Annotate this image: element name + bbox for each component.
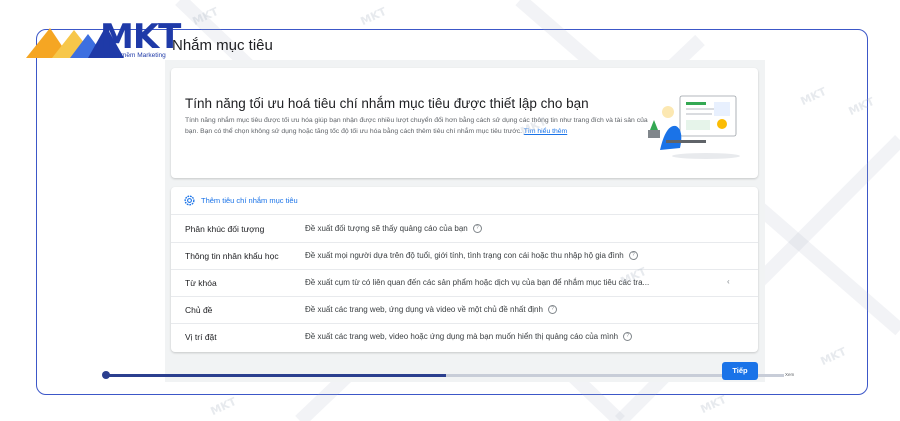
info-card: Tính năng tối ưu hoá tiêu chí nhắm mục t… <box>171 68 758 178</box>
progress-dot <box>102 371 110 379</box>
next-button[interactable]: Tiếp <box>722 362 758 380</box>
info-card-description: Tính năng nhắm mục tiêu được tối ưu hóa … <box>185 116 650 137</box>
row-description: Đề xuất đối tượng sẽ thấy quảng cáo của … <box>305 224 482 234</box>
add-targeting-label: Thêm tiêu chí nhắm mục tiêu <box>201 196 298 205</box>
row-description: Đề xuất các trang web, video hoặc ứng dụ… <box>305 332 633 342</box>
add-targeting-button[interactable]: Thêm tiêu chí nhắm mục tiêu <box>171 187 758 215</box>
help-icon[interactable]: ? <box>628 251 638 261</box>
progress-fill <box>108 374 446 377</box>
watermark: MKT <box>190 4 221 29</box>
end-label: Xem <box>785 372 795 377</box>
targeting-row-topics[interactable]: Chủ đề Đề xuất các trang web, ứng dụng v… <box>171 296 758 324</box>
logo-tagline: Phần mềm Marketing <box>104 52 166 59</box>
row-description: Đề xuất mọi người dựa trên độ tuổi, giới… <box>305 251 638 261</box>
illustration-icon <box>648 95 740 159</box>
info-card-title: Tính năng tối ưu hoá tiêu chí nhắm mục t… <box>185 96 589 111</box>
info-card-text: Tính năng nhắm mục tiêu được tối ưu hóa … <box>185 117 648 135</box>
help-icon[interactable]: ? <box>472 224 482 234</box>
row-label: Phân khúc đối tượng <box>185 224 265 234</box>
chevron-left-icon[interactable]: ‹ <box>727 277 730 286</box>
gear-icon <box>184 195 195 206</box>
watermark: MKT <box>358 4 389 29</box>
row-description: Đề xuất các trang web, ứng dụng và video… <box>305 305 557 315</box>
help-icon[interactable]: ? <box>547 305 557 315</box>
targeting-row-audience[interactable]: Phân khúc đối tượng Đề xuất đối tượng sẽ… <box>171 215 758 243</box>
page-title: Nhắm mục tiêu <box>172 37 273 54</box>
targeting-row-demographics[interactable]: Thông tin nhân khẩu học Đề xuất mọi ngườ… <box>171 242 758 270</box>
targeting-row-keywords[interactable]: Từ khóa Đề xuất cụm từ có liên quan đến … <box>171 269 758 297</box>
progress-bar <box>108 374 784 377</box>
row-label: Từ khóa <box>185 278 217 288</box>
watermark: MKT <box>208 394 239 419</box>
row-label: Vị trí đặt <box>185 332 217 342</box>
learn-more-link[interactable]: Tìm hiểu thêm <box>524 128 567 135</box>
targeting-row-placements[interactable]: Vị trí đặt Đề xuất các trang web, video … <box>171 323 758 350</box>
watermark: MKT <box>698 392 729 417</box>
row-label: Chủ đề <box>185 305 213 315</box>
help-icon[interactable]: ? <box>623 332 633 342</box>
row-description: Đề xuất cụm từ có liên quan đến các sản … <box>305 278 650 287</box>
targeting-list: Thêm tiêu chí nhắm mục tiêu Phân khúc đố… <box>171 187 758 352</box>
row-label: Thông tin nhân khẩu học <box>185 251 279 261</box>
logo-brand: MKT <box>100 17 181 57</box>
